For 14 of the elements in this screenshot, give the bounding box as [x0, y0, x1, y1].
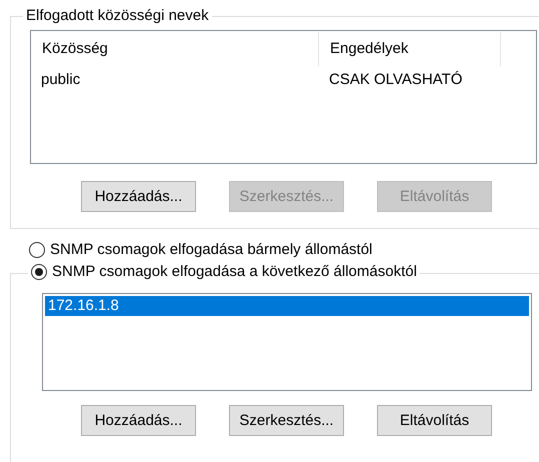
column-header[interactable]: Engedélyek: [319, 32, 501, 66]
radio-circle[interactable]: [29, 242, 45, 258]
column-header[interactable]: Közösség: [31, 32, 319, 66]
push-button[interactable]: Szerkesztés...: [229, 405, 344, 436]
table-cell-text: public: [40, 71, 82, 89]
group-title: Elfogadott közösségi nevek: [23, 7, 212, 25]
push-button[interactable]: Eltávolítás: [377, 405, 492, 436]
push-button[interactable]: Hozzáadás...: [81, 181, 196, 212]
push-button[interactable]: Hozzáadás...: [81, 405, 196, 436]
list-item[interactable]: 172.16.1.8: [45, 296, 529, 316]
radio-label: SNMP csomagok elfogadása bármely állomástól: [50, 241, 372, 259]
table-cell-text: CSAK OLVASHATÓ: [328, 71, 464, 89]
radio-circle[interactable]: [31, 264, 47, 280]
radio-button[interactable]: SNMP csomagok elfogadása bármely állomástól: [29, 239, 539, 261]
